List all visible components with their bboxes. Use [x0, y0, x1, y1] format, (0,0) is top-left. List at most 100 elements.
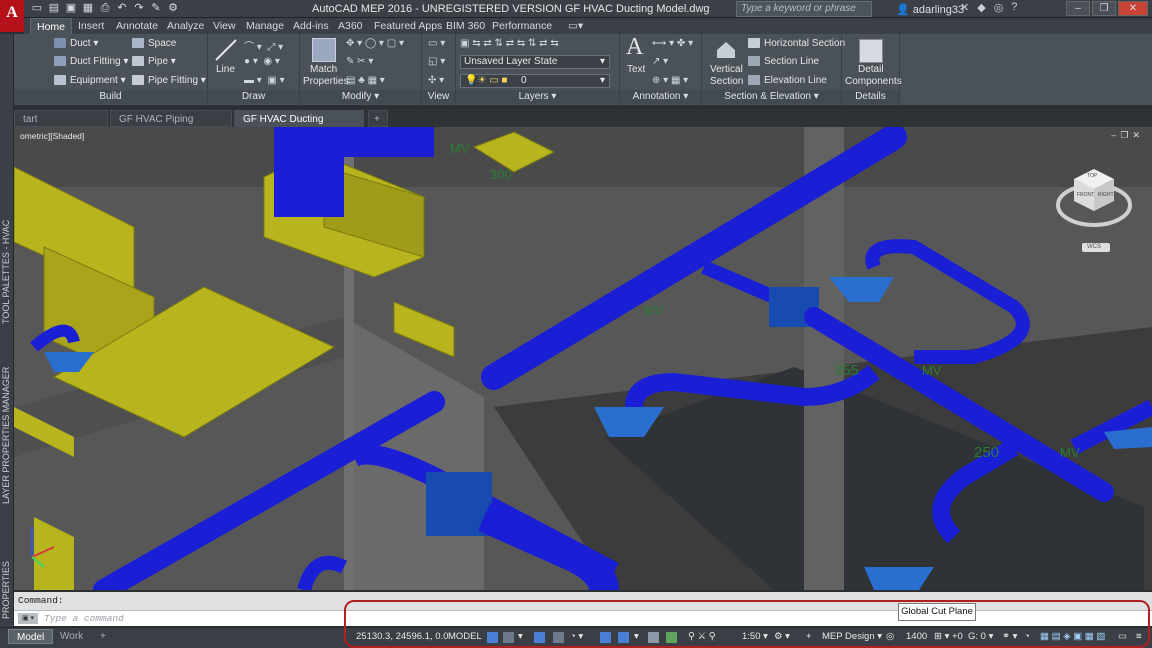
app-menu-button[interactable]: A	[0, 0, 24, 32]
horizontal-section-button[interactable]: Horizontal Section	[748, 38, 845, 49]
dimension-icon[interactable]: ⟷ ▾ ✤ ▾	[652, 38, 693, 49]
tab-start[interactable]: tart	[14, 110, 108, 127]
move-icon[interactable]: ✥ ▾ ◯ ▾ ▢ ▾	[346, 38, 404, 49]
panel-title-modify[interactable]: Modify ▾	[300, 90, 421, 104]
pipe-icon	[132, 56, 144, 67]
save-icon[interactable]: ▣	[64, 1, 78, 15]
wcs-menu[interactable]: WCS	[1087, 244, 1101, 250]
tab-performance[interactable]: Performance	[486, 18, 558, 34]
panel-title-build: Build	[14, 90, 207, 104]
leader-icon[interactable]: ↗ ▾	[652, 56, 668, 67]
help-icon[interactable]: ?	[1011, 1, 1017, 14]
trim-icon[interactable]: ✎ ✂ ▾	[346, 56, 373, 67]
polyline-icon[interactable]: ⌒ ▾ ⤢ ▾	[244, 38, 283, 53]
new-tab-button[interactable]: +	[368, 110, 388, 127]
line-button[interactable]: Line	[216, 64, 235, 75]
viewport-label[interactable]: ometric][Shaded]	[20, 131, 84, 141]
space-button[interactable]: Space	[132, 38, 176, 49]
array-icon[interactable]: ▤ ♣ ▦ ▾	[346, 75, 385, 86]
detail-components-label[interactable]: Components	[845, 76, 902, 87]
maximize-button[interactable]: ❐	[1092, 1, 1116, 16]
tab-analyze[interactable]: Analyze	[161, 18, 210, 34]
viewcube-right[interactable]: RIGHT	[1098, 192, 1114, 198]
properties-label[interactable]: Properties	[303, 76, 349, 87]
rectangle-icon[interactable]: ▬ ▾ ▣ ▾	[244, 75, 285, 86]
section-line-button[interactable]: Section Line	[748, 56, 819, 67]
detail-components-button[interactable]: Detail	[858, 64, 884, 75]
add-layout-button[interactable]: +	[92, 629, 114, 644]
tab-add-ins[interactable]: Add-ins	[287, 18, 335, 34]
ribbon-options-icon[interactable]: ▭▾	[562, 18, 589, 34]
exchange-icon[interactable]: ✕	[960, 1, 969, 14]
print-icon[interactable]: ⎙	[98, 1, 112, 15]
mv-tag: MV	[1060, 445, 1080, 460]
redo-icon[interactable]: ↷	[132, 1, 146, 15]
vertical-section-button[interactable]: Vertical	[710, 64, 743, 75]
layer-state-select[interactable]: Unsaved Layer State ▾	[460, 55, 610, 69]
isolate-icon[interactable]: ✣ ▾	[428, 75, 444, 86]
match-properties-button[interactable]: Match	[310, 64, 337, 75]
panel-title-section[interactable]: Section & Elevation ▾	[702, 90, 841, 104]
tab-piping-model[interactable]: GF HVAC Piping Model*	[110, 110, 232, 142]
stay-connected-icon[interactable]: ◎	[994, 1, 1004, 14]
tab-home[interactable]: Home	[30, 18, 73, 34]
tab-featured-apps[interactable]: Featured Apps	[368, 18, 448, 34]
section-line-icon	[748, 56, 760, 67]
elevation-line-icon	[748, 75, 760, 86]
panel-build: Duct ▾ Space Duct Fitting ▾ Pipe ▾ Equip…	[14, 34, 208, 106]
tab-annotate[interactable]: Annotate	[110, 18, 164, 34]
a360-icon[interactable]: ◆	[977, 1, 985, 14]
pipe-fitting-icon	[132, 75, 144, 86]
viewport-controls[interactable]: –❐✕	[1111, 130, 1144, 141]
chevron-down-icon: ▾	[599, 56, 605, 67]
undo-icon[interactable]: ↶	[115, 1, 129, 15]
properties-tab[interactable]: PROPERTIES	[1, 561, 11, 619]
tab-insert[interactable]: Insert	[72, 18, 110, 34]
close-button[interactable]: ✕	[1118, 1, 1148, 16]
vertical-section-label[interactable]: Section	[710, 76, 743, 87]
pipe-fitting-button[interactable]: Pipe Fitting ▾	[132, 75, 206, 86]
command-input[interactable]: Type a command	[44, 613, 124, 624]
new-icon[interactable]: ▭	[30, 1, 44, 15]
tab-manage[interactable]: Manage	[240, 18, 290, 34]
layer-select[interactable]: 💡☀ ▭ ■ 0 ▾	[460, 74, 610, 88]
viewport-icon[interactable]: ▭ ▾	[428, 38, 445, 49]
panel-title-annotation[interactable]: Annotation ▾	[620, 90, 701, 104]
open-icon[interactable]: ▤	[47, 1, 61, 15]
status-bar-highlight	[344, 600, 1150, 648]
tab-bim360[interactable]: BIM 360	[440, 18, 491, 34]
tab-model[interactable]: Model	[8, 629, 54, 644]
duct-fitting-button[interactable]: Duct Fitting ▾	[54, 56, 128, 67]
space-icon	[132, 38, 144, 49]
pipe-button[interactable]: Pipe ▾	[132, 56, 176, 67]
elevation-line-button[interactable]: Elevation Line	[748, 75, 827, 86]
viewcube-top[interactable]: TOP	[1087, 173, 1097, 179]
panel-draw: Line ⌒ ▾ ⤢ ▾ ● ▾ ◉ ▾ ▬ ▾ ▣ ▾ Draw	[208, 34, 300, 106]
duct-button[interactable]: Duct ▾	[54, 38, 98, 49]
equipment-button[interactable]: Equipment ▾	[54, 75, 126, 86]
tool-palettes-tab[interactable]: TOOL PALETTES - HVAC	[1, 220, 11, 324]
size-tag: 250	[974, 444, 999, 461]
minimize-button[interactable]: –	[1066, 1, 1090, 16]
panel-title-layers[interactable]: Layers ▾	[456, 90, 619, 104]
tab-view[interactable]: View	[207, 18, 242, 34]
horizontal-section-icon	[748, 38, 760, 49]
workspace-icon[interactable]: ⚙	[166, 1, 180, 15]
circle-icon[interactable]: ● ▾ ◉ ▾	[244, 56, 280, 67]
tab-work[interactable]: Work	[52, 629, 91, 644]
command-options-icon[interactable]: ▣ ▾	[18, 613, 38, 624]
visual-style-icon[interactable]: ◱ ▾	[428, 56, 445, 67]
save-as-icon[interactable]: ▦	[81, 1, 95, 15]
text-button[interactable]: Text	[627, 64, 645, 75]
layer-tools-icons[interactable]: ▣ ⇆ ⇄ ⇅ ⇄ ⇆ ⇅ ⇄ ⇆	[460, 38, 559, 49]
tab-ducting-model[interactable]: GF HVAC Ducting Model* ✕	[234, 110, 364, 142]
search-input[interactable]: Type a keyword or phrase	[736, 1, 872, 17]
user-account[interactable]: 👤 adarling33	[896, 3, 964, 16]
tag-icon[interactable]: ⊕ ▾ ▦ ▾	[652, 75, 688, 86]
match-icon[interactable]: ✎	[149, 1, 163, 15]
tab-a360[interactable]: A360	[332, 18, 369, 34]
drawing-viewport[interactable]: MV 300 MV 355 MV 250 MV ometric][Shaded]…	[14, 127, 1152, 590]
panel-title-draw: Draw	[208, 90, 299, 104]
viewcube-front[interactable]: FRONT	[1077, 192, 1094, 198]
layer-manager-tab[interactable]: LAYER PROPERTIES MANAGER	[1, 367, 11, 504]
